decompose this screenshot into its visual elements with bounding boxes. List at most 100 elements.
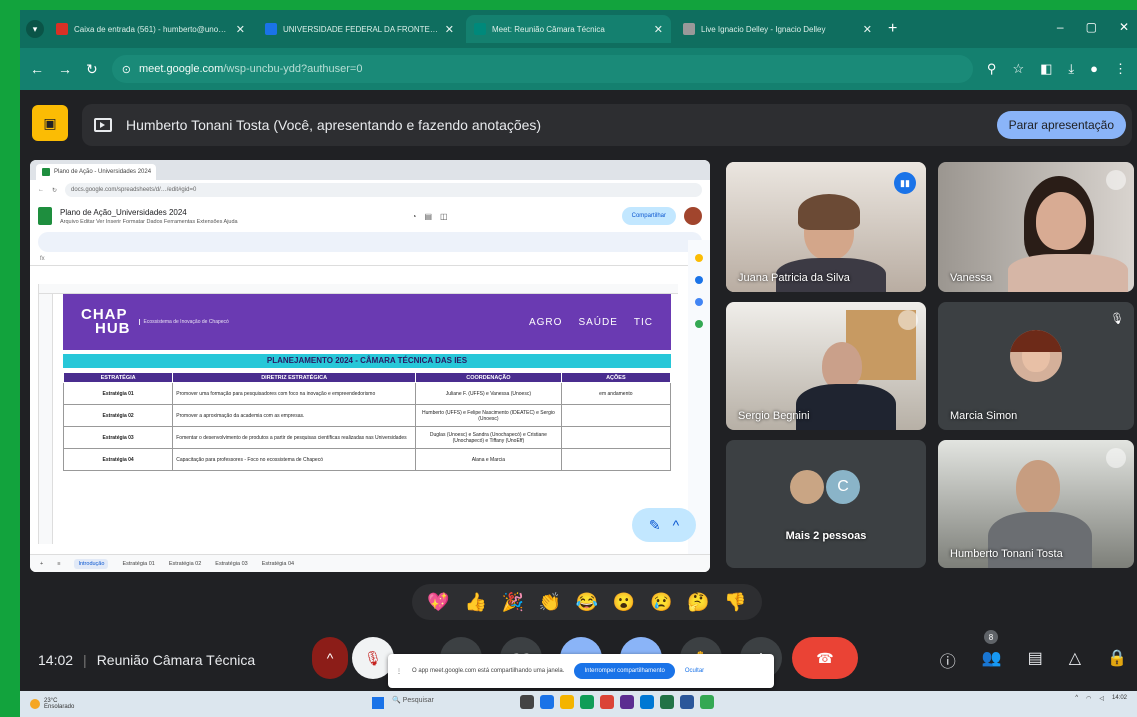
- reactions-bar: 💖 👍 🎉 👏 😂 😮 😢 🤔 👎: [412, 584, 762, 620]
- participant-tile[interactable]: ▮▮ Juana Patricia da Silva: [726, 162, 926, 292]
- annotation-fab: ✎ ^: [632, 508, 696, 542]
- store-icon[interactable]: [580, 695, 594, 709]
- word-icon[interactable]: [680, 695, 694, 709]
- close-tab-icon[interactable]: ✕: [863, 23, 872, 36]
- stop-presenting-button[interactable]: Parar apresentação: [996, 111, 1126, 139]
- chrome-icon[interactable]: [600, 695, 614, 709]
- menu-icon[interactable]: ⋮: [1114, 61, 1127, 77]
- audio-options-button[interactable]: ^: [312, 637, 348, 679]
- chaphub-banner: CHAP HUB Ecossistema de Inovação de Chap…: [63, 294, 671, 350]
- maximize-icon[interactable]: ▢: [1086, 20, 1097, 34]
- participant-tile[interactable]: Sergio Begnini: [726, 302, 926, 430]
- reaction-heart-icon[interactable]: 💖: [427, 592, 449, 613]
- tab-search-icon[interactable]: ▾: [26, 20, 44, 38]
- reaction-sad-icon[interactable]: 😢: [650, 592, 672, 613]
- toolbar-icons: ⚲ ☆ ◧ ⤓ ● ⋮: [987, 61, 1127, 77]
- teams-icon[interactable]: [620, 695, 634, 709]
- taskbar-clock[interactable]: 14:02: [1112, 695, 1127, 702]
- new-tab-icon[interactable]: +: [888, 20, 897, 38]
- extensions-icon[interactable]: ◧: [1040, 61, 1052, 77]
- edge-icon[interactable]: [540, 695, 554, 709]
- tray-chevron-icon[interactable]: ^: [1075, 695, 1078, 702]
- outlook-icon[interactable]: [640, 695, 654, 709]
- bookmark-star-icon[interactable]: ☆: [1012, 61, 1024, 77]
- more-options-icon[interactable]: [1106, 448, 1126, 468]
- reaction-thumbs-up-icon[interactable]: 👍: [464, 592, 486, 613]
- file-explorer-icon[interactable]: [560, 695, 574, 709]
- tab-title: Live Ignacio Delley - Ignacio Delley: [701, 24, 826, 34]
- table-row: Estratégia 04 Capacitação para professor…: [62, 448, 672, 471]
- area-agro: AGRO: [528, 316, 563, 328]
- area-tic: TIC: [633, 316, 653, 328]
- browser-tab-live[interactable]: Live Ignacio Delley - Ignacio Delley ✕: [675, 15, 880, 43]
- url-field[interactable]: ⊙ meet.google.com/wsp-uncbu-ydd?authuser…: [111, 55, 973, 83]
- tab-title: Meet: Reunião Câmara Técnica: [492, 24, 605, 34]
- wifi-icon[interactable]: ◠: [1086, 695, 1091, 702]
- host-controls-icon[interactable]: 🔒: [1107, 648, 1127, 672]
- row-numbers: [39, 294, 53, 544]
- table-row: Estratégia 03 Fomentar o desenvolvimento…: [62, 426, 672, 449]
- leave-call-button[interactable]: ☎: [792, 637, 858, 679]
- stop-sharing-button[interactable]: Interromper compartilhamento: [574, 663, 675, 679]
- forward-icon[interactable]: →: [58, 61, 72, 77]
- reaction-thinking-icon[interactable]: 🤔: [687, 592, 709, 613]
- reaction-thumbs-down-icon[interactable]: 👎: [724, 592, 746, 613]
- cell-directive: Promover uma formação para pesquisadores…: [172, 382, 417, 405]
- reload-icon[interactable]: ↻: [86, 61, 98, 78]
- reaction-laugh-icon[interactable]: 😂: [576, 592, 598, 613]
- reaction-party-icon[interactable]: 🎉: [502, 592, 524, 613]
- weather-widget[interactable]: 23°C Ensolarado: [30, 698, 74, 710]
- cell-directive: Capacitação para professores - Foco no e…: [172, 448, 417, 471]
- taskbar-search[interactable]: 🔍 Pesquisar: [392, 696, 434, 704]
- info-icon[interactable]: ⓘ: [940, 648, 956, 672]
- cell-coordination: Duglas (Unoesc) e Sandra (Unochapecó) e …: [415, 426, 562, 449]
- person-torso: [1008, 254, 1128, 292]
- browser-tab-meet[interactable]: Meet: Reunião Câmara Técnica ✕: [466, 15, 671, 43]
- reaction-clap-icon[interactable]: 👏: [539, 592, 561, 613]
- share-button: Compartilhar: [621, 207, 676, 225]
- more-people-tile[interactable]: C Mais 2 pessoas: [726, 440, 926, 568]
- windows-start-icon[interactable]: [372, 697, 384, 709]
- presentation-status-button[interactable]: ▣: [32, 105, 68, 141]
- more-options-icon[interactable]: [1106, 170, 1126, 190]
- download-icon[interactable]: ⤓: [1068, 61, 1074, 77]
- profile-avatar-icon[interactable]: ●: [1090, 61, 1098, 77]
- chat-icon[interactable]: ▤: [1028, 648, 1043, 672]
- participant-tile[interactable]: 🎙 Marcia Simon: [938, 302, 1134, 430]
- browser-tab-uffs[interactable]: UNIVERSIDADE FEDERAL DA FRONTEIRA SUL - …: [257, 15, 462, 43]
- screen: ▾ Caixa de entrada (561) - humberto@unoc…: [20, 10, 1137, 717]
- people-icon[interactable]: 👥: [982, 648, 1002, 672]
- minimize-icon[interactable]: –: [1057, 20, 1064, 34]
- key-icon[interactable]: ⚲: [987, 61, 997, 77]
- close-tab-icon[interactable]: ✕: [236, 23, 245, 36]
- browser-tab-gmail[interactable]: Caixa de entrada (561) - humberto@unocha…: [48, 15, 253, 43]
- meeting-name: Reunião Câmara Técnica: [96, 652, 256, 668]
- volume-icon[interactable]: ◁: [1099, 695, 1104, 702]
- no-present-icon: ▣: [43, 114, 57, 131]
- site-info-icon[interactable]: ⊙: [122, 63, 131, 76]
- participant-tile[interactable]: Vanessa: [938, 162, 1134, 292]
- maps-icon: [695, 320, 703, 328]
- more-options-icon[interactable]: [898, 310, 918, 330]
- meet-icon: [474, 23, 486, 35]
- close-tab-icon[interactable]: ✕: [654, 23, 663, 36]
- cell-actions: [560, 404, 672, 427]
- activities-icon[interactable]: △: [1069, 648, 1081, 672]
- hide-notification-button[interactable]: Ocultar: [685, 668, 704, 674]
- avatar: C: [826, 470, 860, 504]
- reaction-surprised-icon[interactable]: 😮: [613, 592, 635, 613]
- task-view-icon[interactable]: [520, 695, 534, 709]
- close-window-icon[interactable]: ✕: [1119, 20, 1129, 34]
- excel-icon[interactable]: [660, 695, 674, 709]
- url-path: /wsp-uncbu-ydd?authuser=0: [223, 63, 363, 75]
- close-tab-icon[interactable]: ✕: [445, 23, 454, 36]
- sheet-doc-title: Plano de Ação_Universidades 2024: [60, 207, 187, 217]
- back-icon[interactable]: ←: [30, 61, 44, 77]
- browser-tab-bar: ▾ Caixa de entrada (561) - humberto@unoc…: [20, 10, 1137, 48]
- participant-tile-self[interactable]: Humberto Tonani Tosta: [938, 440, 1134, 568]
- taskbar-search-label: Pesquisar: [402, 697, 434, 704]
- app-icon[interactable]: [700, 695, 714, 709]
- shared-url-field: docs.google.com/spreadsheets/d/…/edit#gi…: [65, 183, 702, 197]
- cell-directive: Fomentar o desenvolvimento de produtos a…: [172, 426, 417, 449]
- drag-handle-icon[interactable]: ⋮: [396, 668, 402, 675]
